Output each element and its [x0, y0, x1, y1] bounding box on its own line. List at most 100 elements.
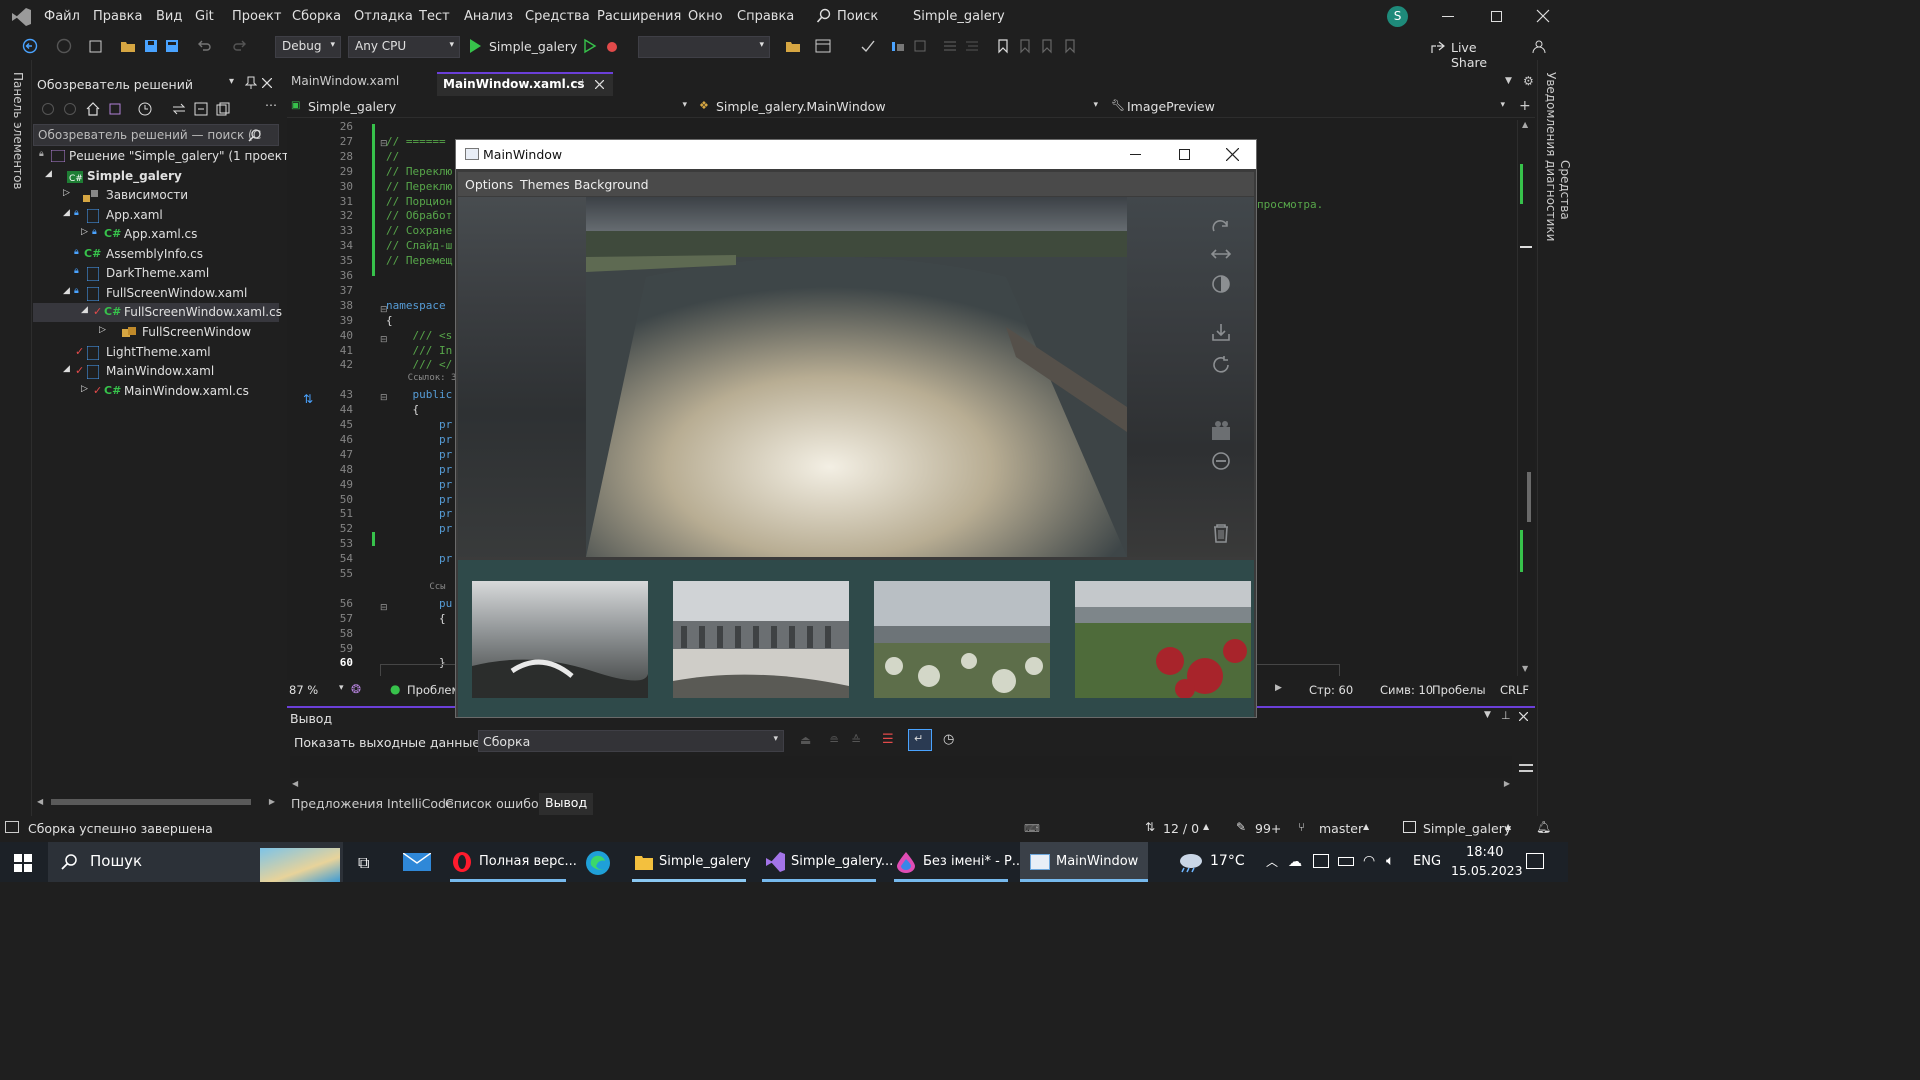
scroll-thumb[interactable]	[51, 799, 251, 805]
next-message-icon[interactable]: ≙	[851, 733, 861, 747]
debug-target-select[interactable]: ▾	[638, 36, 770, 58]
line-ending-indicator[interactable]: CRLF	[1500, 683, 1529, 697]
horizontal-scrollbar[interactable]: ◀ ▶	[37, 797, 275, 807]
prev-message-icon[interactable]: ≘	[829, 733, 839, 747]
zoom-select[interactable]: 87 % ▾	[289, 682, 347, 698]
issues-label[interactable]: Проблем	[407, 683, 460, 697]
tab-error-list[interactable]: Список ошибок	[445, 796, 546, 811]
branch-name[interactable]: master	[1319, 821, 1363, 836]
save-all-icon[interactable]	[164, 38, 180, 54]
line-indicator[interactable]: Стр: 60	[1309, 683, 1353, 697]
tree-item-darktheme[interactable]: 🔒︎ DarkTheme.xaml	[33, 264, 279, 283]
close-icon[interactable]	[595, 80, 604, 89]
chevron-up-icon[interactable]: ︿	[1266, 853, 1278, 870]
close-icon[interactable]	[1536, 9, 1550, 23]
switch-views-icon[interactable]	[107, 101, 123, 117]
tab-mainwindow-xaml-cs[interactable]: MainWindow.xaml.cs ⊣	[437, 72, 613, 96]
close-icon[interactable]	[262, 78, 272, 88]
whitespace-indicator[interactable]: Пробелы	[1432, 683, 1486, 697]
column-indicator[interactable]: Симв: 10	[1380, 683, 1433, 697]
save-file-icon[interactable]	[143, 38, 159, 54]
menu-edit[interactable]: Правка	[93, 9, 142, 24]
menu-window[interactable]: Окно	[688, 9, 723, 24]
toolbox-tab[interactable]: Панель элементов	[9, 72, 25, 192]
tree-item-solution[interactable]: 🔒︎ Решение "Simple_galery" (1 проекта	[33, 147, 296, 166]
windows-start-icon[interactable]	[14, 854, 32, 872]
platform-select[interactable]: Any CPU ▾	[348, 36, 460, 58]
menu-debug[interactable]: Отладка	[354, 9, 413, 24]
pin-icon[interactable]	[245, 76, 257, 90]
temperature[interactable]: 17°C	[1210, 853, 1245, 869]
slideshow-icon[interactable]	[1210, 420, 1232, 442]
chevron-down-icon[interactable]: ▼	[1505, 76, 1512, 86]
find-message-icon[interactable]: ⏏	[800, 733, 811, 747]
uncomment-icon[interactable]	[964, 38, 980, 54]
menu-file[interactable]: Файл	[44, 9, 80, 24]
output-scroll-controls[interactable]	[1517, 758, 1535, 788]
new-project-icon[interactable]	[88, 38, 104, 54]
chevron-down-icon[interactable]: ▼	[1484, 710, 1491, 720]
taskbar-app-visual-studio[interactable]: Simple_galery...	[758, 842, 893, 882]
taskbar-app-explorer[interactable]: Simple_galery	[628, 842, 751, 882]
wifi-icon[interactable]: ◠	[1363, 853, 1375, 869]
intellicode-icon[interactable]: ❂	[351, 682, 361, 696]
word-wrap-toggle[interactable]: ↵	[908, 729, 932, 751]
clock-date[interactable]: 15.05.2023	[1451, 863, 1523, 878]
feedback-icon[interactable]	[1531, 38, 1547, 54]
notification-bell-icon[interactable]: 🔔︎	[1536, 820, 1551, 834]
diagnostic-tools-tab[interactable]: Средства диагностики	[1544, 160, 1572, 300]
clock-icon[interactable]: ◷	[943, 732, 954, 747]
comment-icon[interactable]	[942, 38, 958, 54]
split-icon[interactable]: +	[1519, 98, 1531, 114]
sync-icon[interactable]	[171, 101, 187, 117]
tree-item-mainwindow-xaml-cs[interactable]: ▷ ✓ C# MainWindow.xaml.cs	[33, 382, 279, 401]
collapse-all-icon[interactable]	[193, 101, 209, 117]
output-horizontal-scrollbar[interactable]: ◀ ▶	[290, 778, 1512, 792]
output-source-select[interactable]: Сборка ▾	[478, 730, 784, 752]
tree-item-lighttheme[interactable]: ✓ LightTheme.xaml	[33, 343, 279, 362]
menu-extensions[interactable]: Расширения	[597, 9, 681, 24]
menu-background[interactable]: Background	[574, 177, 649, 192]
close-icon[interactable]	[1226, 148, 1239, 161]
volume-icon[interactable]: 🔈︎	[1386, 853, 1394, 869]
taskbar-app-mainwindow[interactable]: MainWindow	[1020, 842, 1148, 882]
commit-counts[interactable]: 12 / 0	[1163, 821, 1199, 836]
bookmark-icon[interactable]	[995, 38, 1011, 54]
task-view-icon[interactable]: ⧉	[358, 853, 369, 873]
project-dropdown[interactable]: ▣ Simple_galery ▾	[289, 98, 691, 116]
clear-bookmarks-icon[interactable]	[1062, 38, 1078, 54]
configuration-select[interactable]: Debug ▾	[275, 36, 341, 58]
back-icon[interactable]	[41, 102, 55, 116]
restore-icon[interactable]	[1491, 11, 1502, 22]
taskbar-app-opera[interactable]: Полная верс...	[446, 842, 577, 882]
tree-item-app-xaml-cs[interactable]: ▷ 🔒︎ C# App.xaml.cs	[33, 225, 279, 244]
refresh-icon[interactable]	[1210, 354, 1232, 376]
tree-item-fullscreenwindow-xaml[interactable]: ◢ 🔒︎ FullScreenWindow.xaml	[33, 284, 279, 303]
next-bookmark-icon[interactable]	[1039, 38, 1055, 54]
menu-build[interactable]: Сборка	[292, 9, 341, 24]
rotate-icon[interactable]	[1210, 217, 1232, 239]
pin-icon[interactable]: ⊣	[575, 78, 584, 89]
menu-tools[interactable]: Средства	[525, 9, 590, 24]
thumbnail-3[interactable]	[874, 581, 1050, 698]
menu-help[interactable]: Справка	[737, 9, 794, 24]
format-icon[interactable]	[912, 38, 928, 54]
menu-view[interactable]: Вид	[156, 9, 182, 24]
tree-item-assemblyinfo[interactable]: 🔒︎ C# AssemblyInfo.cs	[33, 245, 279, 264]
undo-icon[interactable]	[196, 38, 212, 54]
back-icon[interactable]	[22, 38, 38, 54]
save-icon[interactable]	[1210, 321, 1232, 343]
tab-intellicode[interactable]: Предложения IntelliCode	[291, 796, 454, 811]
weather-icon[interactable]	[1176, 850, 1204, 874]
scroll-right-icon[interactable]: ▶	[1275, 683, 1282, 693]
layout-icon[interactable]	[815, 38, 831, 54]
pin-icon[interactable]: ⊥	[1501, 709, 1511, 722]
hot-reload-icon[interactable]	[604, 38, 620, 54]
input-language[interactable]: ENG	[1413, 854, 1441, 869]
edge-icon[interactable]	[585, 850, 611, 876]
menu-options[interactable]: Options	[465, 177, 513, 192]
tree-item-app-xaml[interactable]: ◢ 🔒︎ App.xaml	[33, 206, 279, 225]
taskbar-app-paint[interactable]: Без імені* - Р...	[890, 842, 1024, 882]
live-share-button[interactable]: Live Share	[1430, 39, 1510, 70]
tree-item-fullscreenwindow-class[interactable]: ▷ FullScreenWindow	[33, 323, 279, 342]
